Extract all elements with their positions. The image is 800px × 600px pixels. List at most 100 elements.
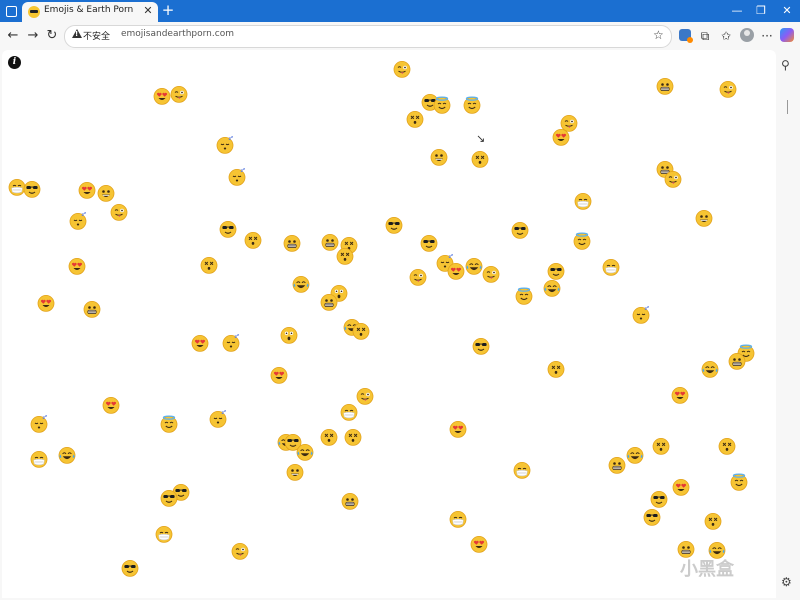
- svg-text:z: z: [45, 415, 47, 418]
- sunglasses-emoji-icon: [547, 262, 565, 280]
- tab-title: Emojis & Earth Porn: [44, 5, 134, 15]
- svg-text:z: z: [231, 136, 233, 139]
- sleeping-emoji-icon: zz: [209, 410, 227, 428]
- svg-text:z: z: [451, 254, 453, 257]
- dizzy-emoji-icon: [320, 428, 338, 446]
- favorite-star-icon[interactable]: ☆: [653, 28, 664, 42]
- tears-of-joy-emoji-icon: [626, 446, 644, 464]
- sidebar-divider: [787, 100, 788, 114]
- extension-icon[interactable]: [679, 29, 693, 43]
- dizzy-emoji-icon: [200, 256, 218, 274]
- page-viewport[interactable]: i ↘ zz z z z z z z z z z z z z z z: [2, 50, 776, 598]
- tab-close-icon[interactable]: ✕: [141, 4, 155, 18]
- info-button[interactable]: i: [8, 56, 21, 69]
- favicon-sunglasses-icon: [28, 6, 40, 18]
- heart-eyes-emoji-icon: [191, 334, 209, 352]
- tears-of-joy-emoji-icon: [543, 279, 561, 297]
- tears-of-joy-emoji-icon: [701, 360, 719, 378]
- tears-of-joy-emoji-icon: [292, 275, 310, 293]
- mask-emoji-icon: [340, 403, 358, 421]
- sleeping-emoji-icon: zz: [632, 306, 650, 324]
- tab-emojis-earth-porn[interactable]: Emojis & Earth Porn ✕: [22, 2, 158, 22]
- grimace-emoji-icon: [83, 300, 101, 318]
- new-tab-button[interactable]: +: [160, 2, 176, 18]
- tongue-wink-emoji-icon: [482, 265, 500, 283]
- sunglasses-emoji-icon: [650, 490, 668, 508]
- tears-of-joy-emoji-icon: [58, 446, 76, 464]
- close-window-button[interactable]: ✕: [772, 2, 800, 20]
- address-bar[interactable]: 不安全 emojisandearthporn.com ☆: [64, 25, 672, 48]
- halo-emoji-icon: [463, 96, 481, 114]
- sleeping-emoji-icon: zz: [222, 334, 240, 352]
- heart-eyes-emoji-icon: [153, 87, 171, 105]
- heart-eyes-emoji-icon: [270, 366, 288, 384]
- tongue-wink-emoji-icon: [356, 387, 374, 405]
- sidebar-settings-icon[interactable]: ⚙: [781, 575, 792, 589]
- dizzy-emoji-icon: [704, 512, 722, 530]
- dizzy-emoji-icon: [352, 322, 370, 340]
- halo-emoji-icon: [433, 96, 451, 114]
- sunglasses-emoji-icon: [511, 221, 529, 239]
- mask-emoji-icon: [449, 510, 467, 528]
- url-text[interactable]: emojisandearthporn.com: [121, 29, 234, 39]
- grimace-emoji-icon: [656, 77, 674, 95]
- dizzy-emoji-icon: [336, 247, 354, 265]
- heart-eyes-emoji-icon: [447, 262, 465, 280]
- tongue-wink-emoji-icon: [664, 170, 682, 188]
- browser-window: Emojis & Earth Porn ✕ + — ❐ ✕ ← → ↻ 不安全 …: [0, 0, 800, 600]
- grimace-emoji-icon: [728, 352, 746, 370]
- favorites-icon[interactable]: ✩: [718, 28, 734, 44]
- dizzy-emoji-icon: [344, 428, 362, 446]
- tongue-wink-emoji-icon: [393, 60, 411, 78]
- sidebar-search-icon[interactable]: ⚲: [781, 58, 790, 72]
- profile-avatar[interactable]: [740, 28, 754, 42]
- dizzy-emoji-icon: [547, 360, 565, 378]
- dizzy-emoji-icon: [406, 110, 424, 128]
- grimace-emoji-icon: [320, 293, 338, 311]
- sleeping-emoji-icon: zz: [30, 415, 48, 433]
- sunglasses-emoji-icon: [643, 508, 661, 526]
- dizzy-emoji-icon: [244, 231, 262, 249]
- security-label[interactable]: 不安全: [83, 29, 110, 42]
- heart-eyes-emoji-icon: [552, 128, 570, 146]
- sunglasses-emoji-icon: [219, 220, 237, 238]
- tongue-wink-emoji-icon: [170, 85, 188, 103]
- sunglasses-emoji-icon: [472, 337, 490, 355]
- copilot-icon[interactable]: [780, 28, 794, 42]
- mask-emoji-icon: [602, 258, 620, 276]
- edge-sidebar: ⚲ ⚙: [776, 50, 800, 600]
- more-menu-icon[interactable]: ···: [759, 28, 775, 44]
- forward-button[interactable]: →: [24, 27, 42, 45]
- grin-emoji-icon: [430, 148, 448, 166]
- grin-emoji-icon: [286, 463, 304, 481]
- back-button[interactable]: ←: [4, 27, 22, 45]
- sleeping-emoji-icon: zz: [69, 212, 87, 230]
- dizzy-emoji-icon: [718, 437, 736, 455]
- tears-of-joy-emoji-icon: [296, 443, 314, 461]
- tab-actions-icon[interactable]: [4, 4, 18, 18]
- mask-emoji-icon: [513, 461, 531, 479]
- sunglasses-emoji-icon: [121, 559, 139, 577]
- heart-eyes-emoji-icon: [470, 535, 488, 553]
- halo-emoji-icon: [515, 287, 533, 305]
- sleeping-emoji-icon: zz: [216, 136, 234, 154]
- sleeping-emoji-icon: zz: [228, 168, 246, 186]
- tongue-wink-emoji-icon: [719, 80, 737, 98]
- warning-icon[interactable]: [72, 29, 82, 38]
- grimace-emoji-icon: [341, 492, 359, 510]
- svg-text:z: z: [224, 410, 226, 413]
- svg-text:z: z: [237, 334, 239, 337]
- split-screen-icon[interactable]: ⧉: [697, 28, 713, 44]
- browser-toolbar: ← → ↻ 不安全 emojisandearthporn.com ☆ ⧉ ✩ ·…: [0, 22, 800, 50]
- grimace-emoji-icon: [608, 456, 626, 474]
- reload-button[interactable]: ↻: [43, 27, 61, 45]
- watermark: 小黑盒: [680, 559, 734, 580]
- tab-strip: Emojis & Earth Porn ✕ + — ❐ ✕: [0, 0, 800, 22]
- mask-emoji-icon: [155, 525, 173, 543]
- svg-text:z: z: [243, 168, 245, 171]
- heart-eyes-emoji-icon: [671, 386, 689, 404]
- sunglasses-emoji-icon: [420, 234, 438, 252]
- grimace-emoji-icon: [283, 234, 301, 252]
- tongue-wink-emoji-icon: [231, 542, 249, 560]
- svg-text:z: z: [84, 212, 86, 215]
